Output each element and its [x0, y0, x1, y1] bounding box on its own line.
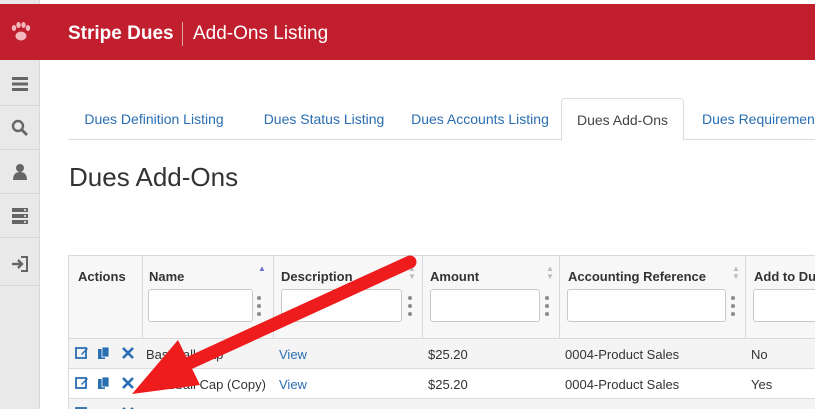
- row-description-link[interactable]: View: [279, 377, 307, 392]
- row-add-to-dues: No: [751, 347, 768, 362]
- row-accounting-reference: 0004-Product Sales: [565, 347, 680, 362]
- add-ons-table: Actions Name Description Amount Accounti…: [68, 255, 815, 409]
- description-filter-input[interactable]: [281, 289, 402, 322]
- sort-asc-icon[interactable]: ▲: [257, 265, 267, 273]
- sign-in-icon[interactable]: [0, 242, 40, 286]
- search-icon[interactable]: [0, 106, 40, 150]
- brand-name[interactable]: Stripe Dues: [68, 23, 174, 45]
- header-bar: Stripe Dues Add-Ons Listing: [40, 4, 815, 60]
- col-header-name[interactable]: Name: [149, 269, 184, 284]
- menu-icon[interactable]: [0, 62, 40, 106]
- row-amount: $25.20: [428, 347, 468, 362]
- tab-dues-accounts-listing[interactable]: Dues Accounts Listing: [395, 98, 565, 140]
- col-header-add-to-dues[interactable]: Add to Du: [754, 269, 815, 284]
- row-amount: $25.20: [428, 377, 468, 392]
- table-row: [69, 399, 815, 409]
- sort-icon[interactable]: ▲ ▼: [545, 265, 555, 281]
- amount-column-menu-icon[interactable]: [545, 296, 549, 316]
- server-icon[interactable]: [0, 194, 40, 238]
- left-sidebar: [0, 0, 40, 409]
- row-accounting-reference: 0004-Product Sales: [565, 377, 680, 392]
- edit-icon[interactable]: [75, 376, 89, 390]
- delete-icon[interactable]: [121, 376, 135, 390]
- paw-icon[interactable]: [0, 4, 40, 60]
- description-column-menu-icon[interactable]: [408, 296, 412, 316]
- page-title: Dues Add-Ons: [69, 162, 239, 192]
- table-row: Baseball Cap (Copy) View $25.20 0004-Pro…: [69, 369, 815, 399]
- edit-icon[interactable]: [75, 346, 89, 360]
- tab-dues-status-listing[interactable]: Dues Status Listing: [244, 98, 404, 140]
- amount-filter-input[interactable]: [430, 289, 540, 322]
- add-to-dues-filter-input[interactable]: [753, 289, 815, 322]
- row-name: Baseball Cap (Copy): [146, 377, 266, 392]
- col-header-accounting-reference[interactable]: Accounting Reference: [568, 269, 706, 284]
- header-divider: [182, 22, 183, 46]
- row-description-link[interactable]: View: [279, 347, 307, 362]
- tab-bar: Dues Definition Listing Dues Status List…: [68, 98, 815, 141]
- accounting-column-menu-icon[interactable]: [731, 296, 735, 316]
- page-header: Add-Ons Listing: [193, 23, 329, 44]
- tab-dues-add-ons[interactable]: Dues Add-Ons: [561, 98, 684, 141]
- sort-icon[interactable]: ▲ ▼: [407, 265, 417, 281]
- accounting-reference-filter-input[interactable]: [567, 289, 726, 322]
- copy-icon[interactable]: [97, 376, 111, 390]
- table-row: Baseball Cap View $25.20 0004-Product Sa…: [69, 339, 815, 369]
- row-name: Baseball Cap: [146, 347, 224, 362]
- user-icon[interactable]: [0, 150, 40, 194]
- name-column-menu-icon[interactable]: [257, 296, 261, 316]
- sort-icon[interactable]: ▲ ▼: [731, 265, 741, 281]
- col-header-amount[interactable]: Amount: [430, 269, 479, 284]
- name-filter-input[interactable]: [148, 289, 253, 322]
- tab-dues-requirement[interactable]: Dues Requirement: [694, 98, 815, 140]
- row-add-to-dues: Yes: [751, 377, 773, 392]
- tab-dues-definition-listing[interactable]: Dues Definition Listing: [68, 98, 240, 140]
- delete-icon[interactable]: [121, 346, 135, 360]
- col-header-description[interactable]: Description: [281, 269, 353, 284]
- col-header-actions: Actions: [78, 269, 126, 284]
- copy-icon[interactable]: [97, 346, 111, 360]
